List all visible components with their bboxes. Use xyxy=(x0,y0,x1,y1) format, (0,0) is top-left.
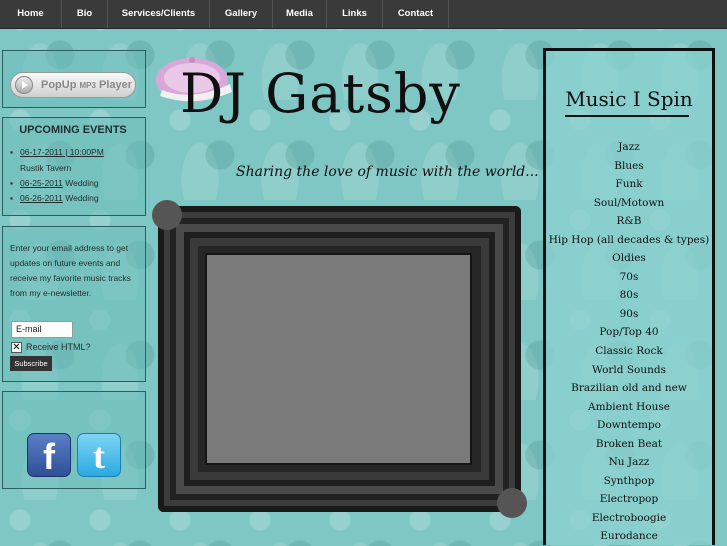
genre-item: Synthpop xyxy=(603,474,655,487)
social-panel xyxy=(2,391,146,489)
email-field[interactable]: E-mail xyxy=(11,321,73,338)
genre-item: Electropop xyxy=(599,493,659,506)
genre-item: Pop/Top 40 xyxy=(599,326,659,339)
event-date-link[interactable]: 06-26-2011 xyxy=(20,193,63,203)
top-nav: Home Bio Services/Clients Gallery Media … xyxy=(0,0,727,29)
newsletter-text: Enter your email address to get updates … xyxy=(10,243,131,298)
genre-list: Jazz Blues Funk Soul/Motown R&B Hip Hop (all … xyxy=(546,138,712,546)
genre-item: Jazz xyxy=(618,141,640,153)
event-date-link[interactable]: 06-17-2011 | 10:00PM xyxy=(20,147,104,157)
nav-contact[interactable]: Contact xyxy=(383,0,449,28)
nav-media[interactable]: Media xyxy=(273,0,327,28)
event-item: ▪ 06-26-2011 Wedding xyxy=(10,193,99,203)
genre-item: Brazilian old and new xyxy=(571,382,687,395)
title-underline xyxy=(565,115,689,117)
music-panel: Music I Spin Jazz Blues Funk Soul/Motown R&B… xyxy=(543,48,715,545)
popup-player-label: PopUp MP3 Player xyxy=(41,79,133,91)
nav-links[interactable]: Links xyxy=(327,0,383,28)
nav-bio[interactable]: Bio xyxy=(62,0,108,28)
genre-item: Blues xyxy=(614,159,644,172)
genre-item: 90s xyxy=(619,307,639,320)
genre-item: Broken Beat xyxy=(595,437,663,450)
site-title: DJ Gatsby xyxy=(180,62,461,125)
popup-mp3-player-button[interactable]: PopUp MP3 Player xyxy=(10,72,136,98)
nav-services-clients[interactable]: Services/Clients xyxy=(108,0,210,28)
genre-item: Classic Rock xyxy=(595,345,663,358)
frame-image-area xyxy=(205,253,472,465)
nav-gallery[interactable]: Gallery xyxy=(210,0,273,28)
genre-item: Funk xyxy=(615,178,643,191)
event-name: Wedding xyxy=(65,178,99,188)
event-name: Wedding xyxy=(65,193,99,203)
genre-item: Oldies xyxy=(612,252,646,265)
nav-filler xyxy=(449,0,727,28)
music-title: Music I Spin xyxy=(565,87,693,111)
facebook-icon[interactable]: f xyxy=(27,433,71,477)
nav-home[interactable]: Home xyxy=(0,0,62,28)
genre-item: Ambient House xyxy=(588,400,670,413)
bullet-icon: ▪ xyxy=(10,193,14,203)
genre-item: R&B xyxy=(616,215,642,228)
genre-item: Eurodance xyxy=(600,530,658,543)
play-icon xyxy=(15,76,33,94)
genre-item: Hip Hop (all decades & types) xyxy=(548,233,710,246)
event-name: Rustik Tavern xyxy=(20,163,72,173)
genre-item: 80s xyxy=(619,289,639,302)
genre-item: Soul/Motown xyxy=(593,196,665,209)
event-date-link[interactable]: 06-25-2011 xyxy=(20,178,63,188)
picture-frame xyxy=(152,200,527,518)
events-title: UPCOMING EVENTS xyxy=(19,124,127,136)
genre-item: Electroboogie xyxy=(591,511,667,524)
receive-html-checkbox[interactable]: ✕ xyxy=(11,342,22,353)
bullet-icon: ▪ xyxy=(10,147,14,157)
receive-html-label: Receive HTML? xyxy=(26,342,91,352)
genre-item: Downtempo xyxy=(597,419,661,432)
bullet-icon: ▪ xyxy=(10,178,14,188)
genre-item: Nu Jazz xyxy=(608,456,650,469)
genre-item: World Sounds xyxy=(592,363,666,376)
site-tagline: Sharing the love of music with the world… xyxy=(236,164,539,180)
twitter-icon[interactable]: t xyxy=(77,433,121,477)
event-item: ▪ 06-25-2011 Wedding xyxy=(10,178,99,188)
genre-item: 70s xyxy=(619,270,639,283)
subscribe-button[interactable]: Subscribe xyxy=(10,356,52,371)
event-item: ▪ 06-17-2011 | 10:00PM xyxy=(10,147,104,157)
